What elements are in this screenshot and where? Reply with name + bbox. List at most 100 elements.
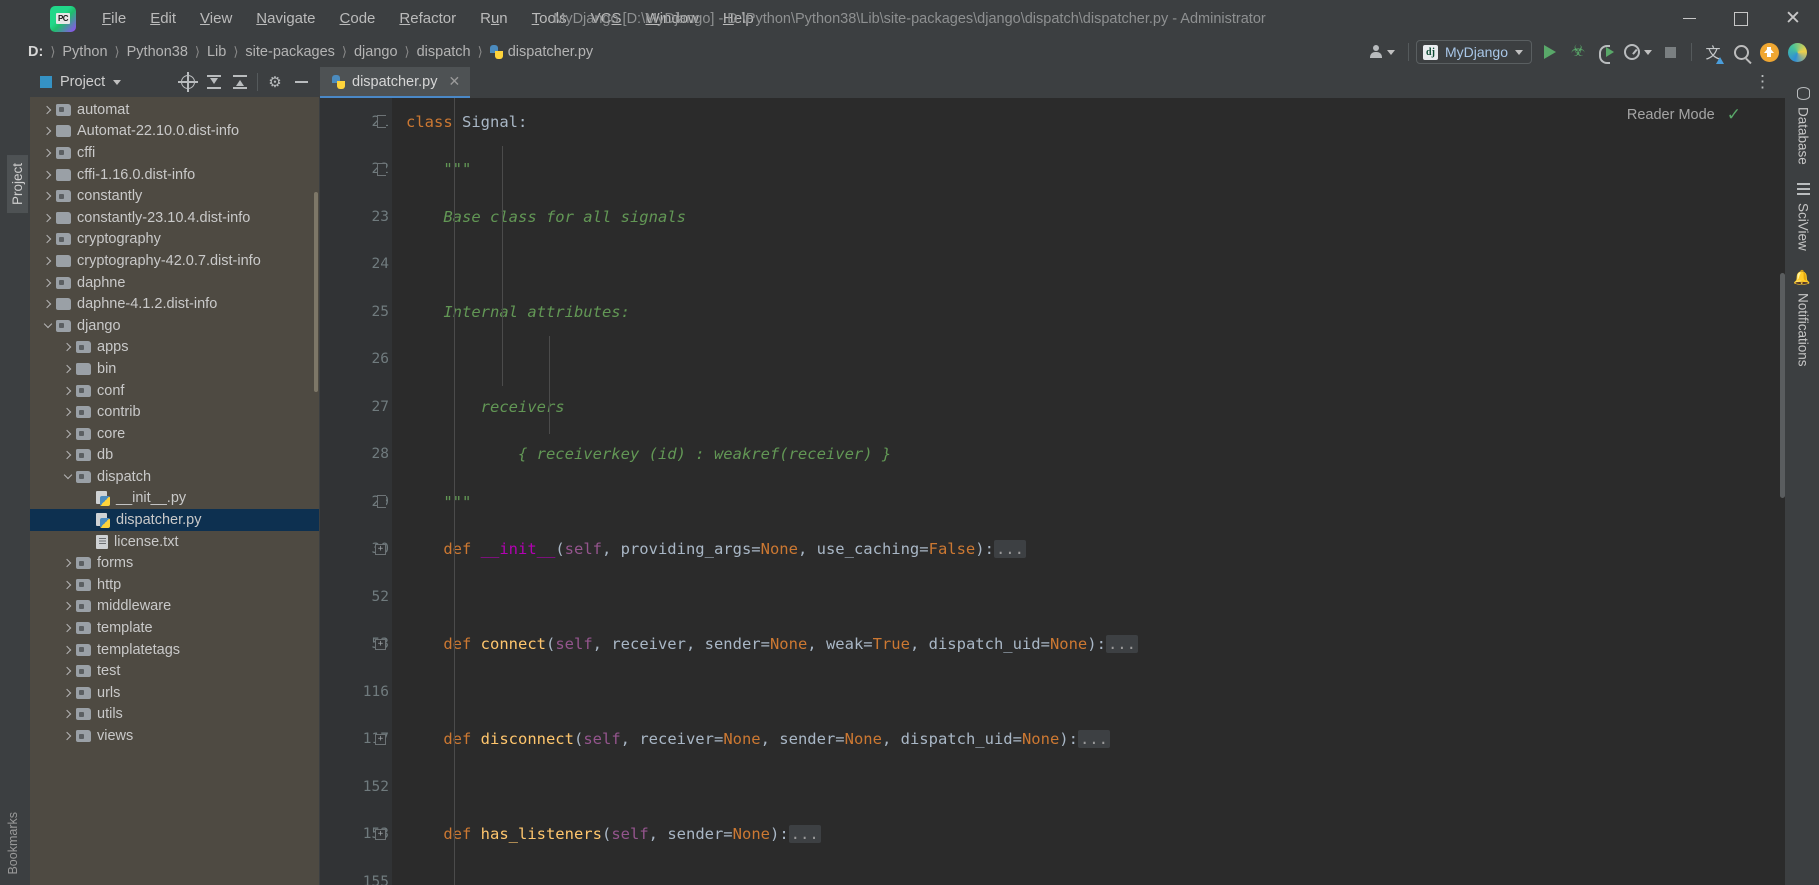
tree-file-item[interactable]: dispatcher.py [30,509,319,531]
breadcrumb-item-dispatcher-py[interactable]: dispatcher.py [487,43,596,61]
gutter-line[interactable]: 25 [320,288,392,336]
gutter-line[interactable]: 21 [320,98,420,146]
tree-folder-item[interactable]: dispatch [30,466,319,488]
chevron-right-icon[interactable] [60,688,76,698]
chevron-right-icon[interactable] [40,191,56,201]
sidebar-tab-database[interactable]: Database [1792,79,1815,173]
chevron-right-icon[interactable] [60,559,76,568]
coverage-button[interactable] [1620,39,1656,65]
close-icon[interactable]: ✕ [448,73,460,90]
tree-folder-item[interactable]: views [30,725,319,747]
inspection-ok-icon[interactable]: ✓ [1727,105,1741,125]
menu-item-edit[interactable]: Edit [138,6,188,31]
code-line[interactable]: Internal attributes: [392,288,1787,336]
tree-folder-item[interactable]: template [30,617,319,639]
run-button[interactable] [1536,39,1564,65]
tree-folder-item[interactable]: cffi [30,142,319,164]
menu-item-file[interactable]: FFileile [90,6,138,31]
chevron-right-icon[interactable] [60,602,76,611]
tree-folder-item[interactable]: Automat-22.10.0.dist-info [30,121,319,143]
tree-folder-item[interactable]: forms [30,552,319,574]
gutter-line[interactable]: 152 [320,763,392,811]
chevron-right-icon[interactable] [60,645,76,654]
tree-folder-item[interactable]: django [30,315,319,337]
chevron-right-icon[interactable] [40,278,56,287]
code-line[interactable]: def disconnect(self, receiver= None, send… [392,716,1787,764]
chevron-right-icon[interactable] [60,731,76,741]
chevron-right-icon[interactable] [60,364,76,374]
gutter-line[interactable]: 22 [320,146,392,194]
code-line[interactable] [392,241,1787,289]
breadcrumb-item-drive[interactable]: D: [25,43,46,61]
code-line[interactable]: """ [392,478,1787,526]
chevron-right-icon[interactable] [40,127,56,136]
chevron-down-icon[interactable] [113,79,122,85]
gutter-line[interactable]: 28 [320,431,392,479]
tree-folder-item[interactable]: http [30,574,319,596]
code-line[interactable]: Base class for all signals [392,193,1787,241]
breadcrumb-item-django[interactable]: django [351,43,401,61]
editor-options-icon[interactable]: ⋮ [1746,73,1779,90]
project-tree[interactable]: automat Automat-22.10.0.dist-info cffi cffi… [30,97,319,885]
chevron-right-icon[interactable] [40,256,56,266]
close-button[interactable]: ✕ [1767,0,1819,37]
code-line[interactable]: def connect(self, receiver, sender= None,… [392,621,1787,669]
breadcrumb-item-site-packages[interactable]: site-packages [242,43,337,61]
reader-mode-label[interactable]: Reader Mode [1627,107,1715,123]
gutter-line[interactable]: 24 [320,241,392,289]
gutter-line[interactable]: 27 [320,383,392,431]
tree-file-item[interactable]: license.txt [30,531,319,553]
debug-button[interactable]: ☣ [1564,39,1592,65]
sidebar-tab-project[interactable]: Project [7,155,28,214]
chevron-right-icon[interactable] [60,666,76,676]
fold-expand-icon[interactable]: + [375,638,386,650]
gutter-line[interactable]: 26 [320,336,392,384]
code-line[interactable] [392,668,1787,716]
gutter-line[interactable]: 29 [320,478,392,526]
code-line[interactable]: def __init__(self, providing_args= None, … [392,526,1787,574]
sidebar-tab-notifications[interactable]: 🔔 Notifications [1791,261,1815,375]
gutter-line[interactable]: 53+ [320,621,420,669]
expand-all-button[interactable] [202,71,226,93]
translate-button[interactable]: 文 [1699,39,1727,65]
tree-folder-item[interactable]: cryptography [30,229,319,251]
chevron-right-icon[interactable] [40,148,56,158]
user-account-button[interactable] [1363,39,1401,65]
chevron-right-icon[interactable] [60,580,76,590]
search-everywhere-button[interactable] [1727,39,1755,65]
profile-button[interactable] [1592,39,1620,65]
update-project-button[interactable] [1755,39,1783,65]
collapse-all-button[interactable] [228,71,252,93]
code-line[interactable] [392,336,1787,384]
fold-expand-icon[interactable]: + [375,828,386,840]
tree-folder-item[interactable]: daphne [30,272,319,294]
code-line[interactable]: def has_listeners(self, sender= None):... [392,811,1787,859]
fold-expand-icon[interactable]: + [375,543,386,555]
tree-folder-item[interactable]: bin [30,358,319,380]
code-content[interactable]: class Signal: """ Base class for all sig… [392,98,1787,885]
stop-button[interactable] [1656,39,1684,65]
tree-folder-item[interactable]: cffi-1.16.0.dist-info [30,164,319,186]
tree-folder-item[interactable]: constantly-23.10.4.dist-info [30,207,319,229]
run-configuration-selector[interactable]: dj MyDjango [1415,40,1532,64]
menu-item-code[interactable]: Code [328,6,388,31]
chevron-right-icon[interactable] [60,451,76,460]
fold-expand-icon[interactable]: + [375,733,386,745]
code-line[interactable] [392,763,1787,811]
tree-folder-item[interactable]: cryptography-42.0.7.dist-info [30,250,319,272]
tree-folder-item[interactable]: core [30,423,319,445]
gutter-line[interactable]: 116 [320,668,392,716]
tree-folder-item[interactable]: conf [30,380,319,402]
chevron-right-icon[interactable] [60,429,76,438]
tree-folder-item[interactable]: automat [30,99,319,121]
fold-region-start-icon[interactable] [377,115,386,129]
code-line[interactable]: class Signal: [392,98,1787,146]
chevron-down-icon[interactable] [60,471,76,480]
gutter-line[interactable]: 30+ [320,526,392,574]
chevron-right-icon[interactable] [60,623,76,633]
tree-folder-item[interactable]: contrib [30,401,319,423]
tree-folder-item[interactable]: templatetags [30,639,319,661]
gutter-line[interactable]: 23 [320,193,392,241]
tree-folder-item[interactable]: test [30,660,319,682]
code-line[interactable] [392,858,1787,885]
